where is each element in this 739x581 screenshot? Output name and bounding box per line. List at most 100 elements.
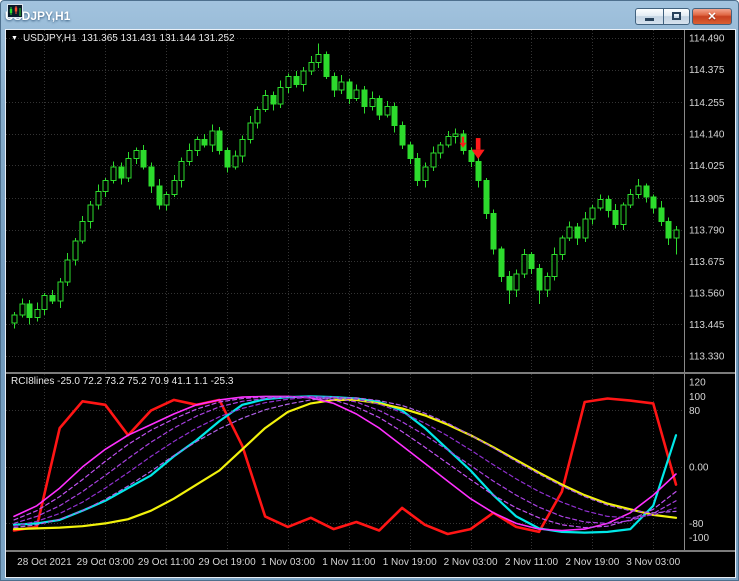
price-axis-label: 114.490 xyxy=(689,34,725,45)
candle-body xyxy=(49,295,56,302)
minimize-button[interactable] xyxy=(635,7,663,25)
candle-body xyxy=(376,97,383,116)
candle-body xyxy=(650,196,657,209)
candle-body xyxy=(308,62,315,72)
candle-body xyxy=(118,166,125,179)
candle-body xyxy=(262,95,269,110)
candle-body xyxy=(589,207,596,220)
candle-body xyxy=(64,259,71,283)
indicator-axis-label: 120 xyxy=(689,378,706,389)
chart-info-line: ▼ USDJPY,H1 131.365 131.431 131.144 131.… xyxy=(11,33,235,44)
candle-body xyxy=(277,86,284,105)
chevron-down-icon[interactable]: ▼ xyxy=(11,34,18,44)
candle-body xyxy=(498,248,505,278)
maximize-icon xyxy=(672,12,681,20)
chart-window-icon[interactable] xyxy=(7,4,23,18)
candle-body xyxy=(11,314,18,324)
candle-body xyxy=(216,130,223,151)
candle-body xyxy=(224,149,231,168)
title-bar[interactable]: USDJPY,H1 ✕ xyxy=(5,4,734,28)
price-axis-label: 113.445 xyxy=(689,320,725,331)
time-axis-label: 28 Oct 2021 xyxy=(17,557,72,568)
time-axis-label: 29 Oct 19:00 xyxy=(198,557,256,568)
candle-body xyxy=(361,89,368,108)
indicator-axis-label: 100 xyxy=(689,392,706,403)
time-axis-label: 29 Oct 11:00 xyxy=(137,557,195,568)
candle-body xyxy=(19,303,26,316)
candle-body xyxy=(635,185,642,195)
main-chart-svg[interactable]: 114.490 114.375 114.255 114.140 114.025 113.9… xyxy=(6,30,735,372)
indicator-info-line: RCI8lines -25.0 72.2 73.2 75.2 70.9 41.1… xyxy=(11,376,234,387)
candle-body xyxy=(79,221,86,242)
main-price-pane[interactable]: ▼ USDJPY,H1 131.365 131.431 131.144 131.… xyxy=(6,30,735,372)
chart-window: USDJPY,H1 ✕ ▼ USDJPY,H1 131.365 131.431 … xyxy=(0,0,739,581)
candle-body xyxy=(346,81,353,99)
candle-body xyxy=(490,212,497,250)
candle-body xyxy=(315,53,322,64)
indicator-pane[interactable]: RCI8lines -25.0 72.2 73.2 75.2 70.9 41.1… xyxy=(6,374,735,550)
candle-body xyxy=(551,254,558,278)
price-axis-label: 114.375 xyxy=(689,65,725,76)
candle-body xyxy=(483,180,490,214)
time-axis[interactable]: 28 Oct 2021 29 Oct 03:00 29 Oct 11:00 29 Oc… xyxy=(6,552,735,577)
candle-body xyxy=(475,160,482,182)
candle-body xyxy=(300,70,307,86)
indicator-axis-label: -100 xyxy=(689,533,709,544)
candle-body xyxy=(57,281,64,302)
rci-line-red xyxy=(12,397,678,536)
close-button[interactable]: ✕ xyxy=(692,7,732,25)
time-axis-label: 1 Nov 03:00 xyxy=(260,557,315,568)
close-icon: ✕ xyxy=(707,10,717,23)
candle-body xyxy=(566,226,573,239)
price-axis-label: 113.905 xyxy=(689,194,725,205)
time-axis-label: 2 Nov 03:00 xyxy=(443,557,498,568)
candle-body xyxy=(72,240,79,261)
candle-body xyxy=(605,199,612,212)
candle-body xyxy=(643,185,650,198)
candle-body xyxy=(125,158,132,179)
candle-body xyxy=(156,185,163,206)
candle-body xyxy=(513,273,520,291)
candle-body xyxy=(163,193,170,206)
price-axis-label: 113.790 xyxy=(689,225,725,236)
candle-body xyxy=(285,75,292,88)
candle-body xyxy=(338,81,345,91)
indicator-svg[interactable]: 120 100 80 0.00 -80 -100 xyxy=(6,374,735,550)
candle-body xyxy=(452,133,459,138)
candle-body xyxy=(544,276,551,291)
candle-body xyxy=(445,136,452,146)
candle-body xyxy=(323,53,330,77)
price-axis-label: 113.675 xyxy=(689,257,725,268)
candle-body xyxy=(186,149,193,162)
indicator-axis-labels: 120 100 80 0.00 -80 -100 xyxy=(689,378,709,544)
candle-body xyxy=(422,166,429,182)
candle-body xyxy=(521,254,528,275)
indicator-axis-label: -80 xyxy=(689,519,704,530)
candle-body xyxy=(430,152,437,168)
candle-body xyxy=(102,180,109,193)
candle-body xyxy=(658,207,665,223)
rci-line-yellow xyxy=(12,398,678,531)
candle-body xyxy=(407,144,414,160)
symbol-period-label: USDJPY,H1 xyxy=(22,33,77,44)
candle-body xyxy=(331,75,338,91)
candle-body xyxy=(140,149,147,168)
candle-body xyxy=(384,106,391,116)
chart-client-area: ▼ USDJPY,H1 131.365 131.431 131.144 131.… xyxy=(5,29,736,578)
candle-body xyxy=(254,108,261,124)
time-axis-label: 2 Nov 11:00 xyxy=(504,557,559,568)
candle-body xyxy=(26,303,33,319)
candle-body xyxy=(665,221,672,239)
time-axis-label: 2 Nov 19:00 xyxy=(565,557,620,568)
candle-body xyxy=(87,204,94,223)
candle-body xyxy=(620,204,627,225)
candle-body xyxy=(582,218,589,239)
price-axis-labels: 114.490 114.375 114.255 114.140 114.025 113.9… xyxy=(689,34,725,363)
time-axis-label: 3 Nov 03:00 xyxy=(626,557,681,568)
price-axis-label: 114.255 xyxy=(689,98,725,109)
maximize-button[interactable] xyxy=(663,7,690,25)
ohlc-values: 131.365 131.431 131.144 131.252 xyxy=(81,33,235,44)
candle-body xyxy=(353,89,360,99)
candle-body xyxy=(232,155,239,168)
candle-body xyxy=(247,122,254,140)
